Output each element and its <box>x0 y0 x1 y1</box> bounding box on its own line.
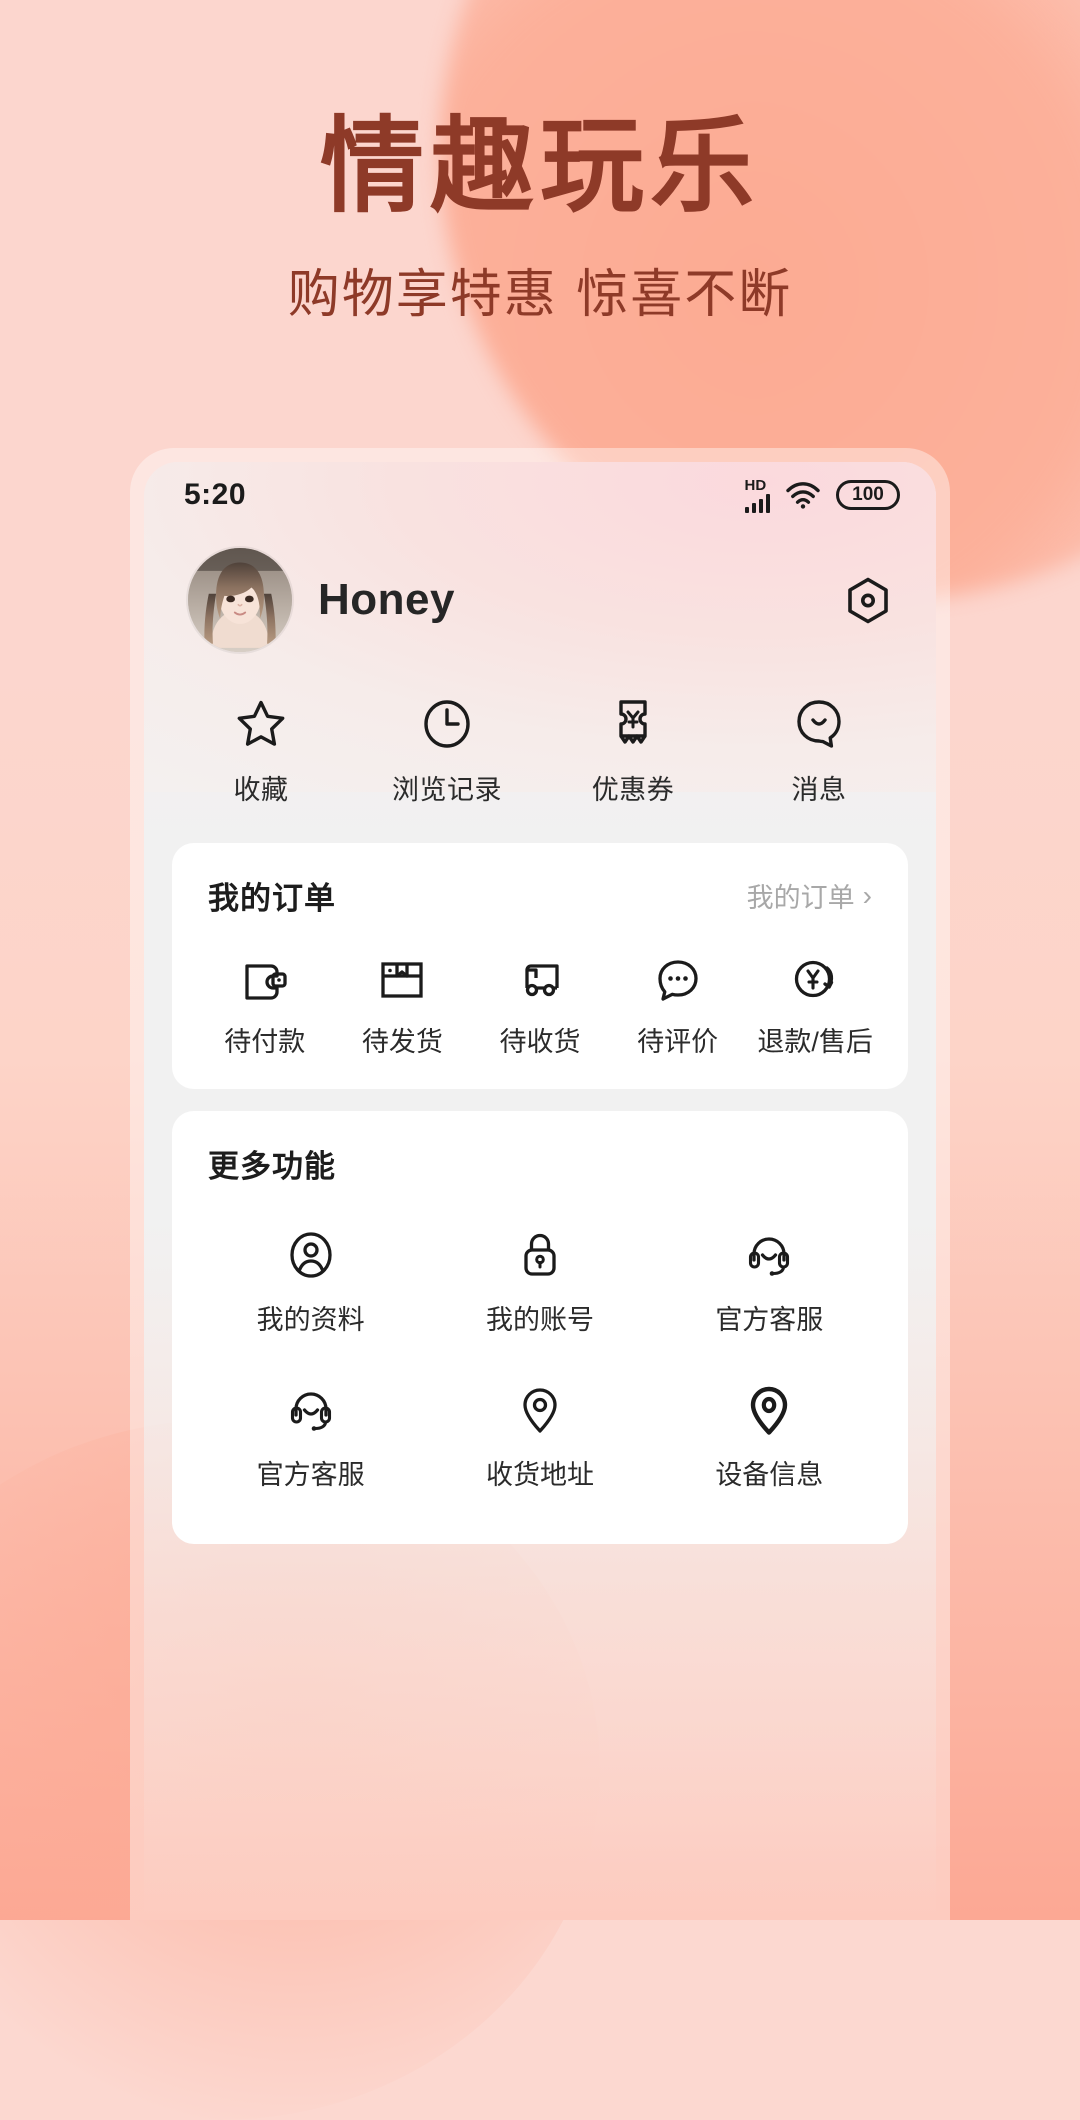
more-feature-profile[interactable]: 我的资料 <box>196 1228 425 1337</box>
more-features-title: 更多功能 <box>208 1149 336 1184</box>
map-pin-outline-icon <box>523 1388 557 1433</box>
more-feature-device-info[interactable]: 设备信息 <box>655 1383 884 1492</box>
phone-mockup-frame: 5:20 HD 100 Honey 收藏 浏览记录 优惠券 消息 我的订单 我的… <box>130 448 950 1920</box>
comment-dots-icon <box>657 960 698 1001</box>
wifi-icon <box>786 482 820 509</box>
more-feature-label: 我的资料 <box>256 1305 365 1335</box>
orders-status-row: 待付款 待发货 待收货 待评价 退款/售后 <box>196 954 884 1059</box>
settings-button[interactable] <box>840 572 896 628</box>
battery-indicator: 100 <box>836 480 900 510</box>
profile-header[interactable]: Honey <box>144 528 936 654</box>
refund-yuan-icon <box>795 960 834 998</box>
more-feature-support-2[interactable]: 官方客服 <box>196 1383 425 1492</box>
quick-action-label: 消息 <box>791 775 847 805</box>
quick-action-favorites[interactable]: 收藏 <box>168 696 354 807</box>
more-feature-label: 官方客服 <box>256 1460 365 1490</box>
orders-view-all-label: 我的订单 <box>746 883 855 913</box>
smile-bubble-icon <box>797 700 841 748</box>
orders-title: 我的订单 <box>208 881 336 916</box>
user-avatar-photo <box>188 548 292 652</box>
order-status-label: 待评价 <box>637 1027 719 1057</box>
chevron-right-icon: › <box>862 879 872 911</box>
more-feature-address[interactable]: 收货地址 <box>425 1383 654 1492</box>
order-status-label: 待付款 <box>224 1027 306 1057</box>
username: Honey <box>318 575 455 624</box>
page-title: 情趣玩乐 <box>319 105 760 227</box>
more-feature-label: 收货地址 <box>485 1460 594 1490</box>
status-bar-icons: HD 100 <box>744 476 900 513</box>
more-feature-label: 我的账号 <box>485 1305 594 1335</box>
order-status-refund[interactable]: 退款/售后 <box>746 954 884 1059</box>
status-bar: 5:20 HD 100 <box>144 462 936 528</box>
star-icon <box>237 700 285 746</box>
quick-action-coupon[interactable]: 优惠券 <box>540 696 726 807</box>
more-feature-support-1[interactable]: 官方客服 <box>655 1228 884 1337</box>
lock-icon <box>524 1233 556 1276</box>
headset-icon <box>290 1392 331 1431</box>
coupon-yuan-icon <box>619 700 647 744</box>
signal-bars-icon: HD <box>744 476 770 513</box>
signal-bars-glyph <box>744 493 770 513</box>
avatar[interactable] <box>188 548 292 652</box>
hd-label: HD <box>744 476 767 494</box>
hexagon-settings-icon <box>848 577 888 624</box>
truck-icon <box>525 964 559 997</box>
order-status-label: 待发货 <box>361 1027 443 1057</box>
headset-icon <box>749 1237 790 1276</box>
clock-icon <box>424 700 470 748</box>
order-status-label: 退款/售后 <box>757 1027 873 1057</box>
more-features-header: 更多功能 <box>196 1141 884 1186</box>
more-features-card: 更多功能 我的资料 我的账号 官方客服 官方客服 收货地址 设备信息 <box>172 1111 908 1544</box>
map-pin-icon <box>751 1386 788 1435</box>
orders-view-all-link[interactable]: 我的订单 › <box>747 876 872 915</box>
orders-card-header: 我的订单 我的订单 › <box>196 873 884 918</box>
order-status-label: 待收货 <box>499 1027 581 1057</box>
box-icon <box>381 962 424 998</box>
order-status-to-review[interactable]: 待评价 <box>609 954 747 1059</box>
hero-section: 情趣玩乐 购物享特惠 惊喜不断 <box>0 108 1080 327</box>
order-status-to-ship[interactable]: 待发货 <box>334 954 472 1059</box>
order-status-to-pay[interactable]: 待付款 <box>196 954 334 1059</box>
quick-action-messages[interactable]: 消息 <box>726 696 912 807</box>
phone-screen: 5:20 HD 100 Honey 收藏 浏览记录 优惠券 消息 我的订单 我的… <box>144 462 936 1920</box>
orders-card: 我的订单 我的订单 › 待付款 待发货 待收货 待评价 退款/售后 <box>172 843 908 1089</box>
more-feature-label: 官方客服 <box>715 1305 824 1335</box>
quick-action-label: 收藏 <box>233 775 289 805</box>
quick-action-history[interactable]: 浏览记录 <box>354 696 540 807</box>
more-features-grid: 我的资料 我的账号 官方客服 官方客服 收货地址 设备信息 <box>196 1228 884 1492</box>
quick-actions-row: 收藏 浏览记录 优惠券 消息 <box>144 654 936 843</box>
order-status-to-receive[interactable]: 待收货 <box>471 954 609 1059</box>
quick-action-label: 浏览记录 <box>392 775 502 805</box>
battery-level: 100 <box>852 484 884 505</box>
page-subtitle: 购物享特惠 惊喜不断 <box>287 265 793 326</box>
more-feature-label: 设备信息 <box>715 1460 824 1490</box>
wallet-icon <box>245 964 287 1000</box>
more-feature-account[interactable]: 我的账号 <box>425 1228 654 1337</box>
person-circle-icon <box>290 1232 332 1278</box>
status-bar-time: 5:20 <box>184 478 247 511</box>
quick-action-label: 优惠券 <box>591 775 675 805</box>
